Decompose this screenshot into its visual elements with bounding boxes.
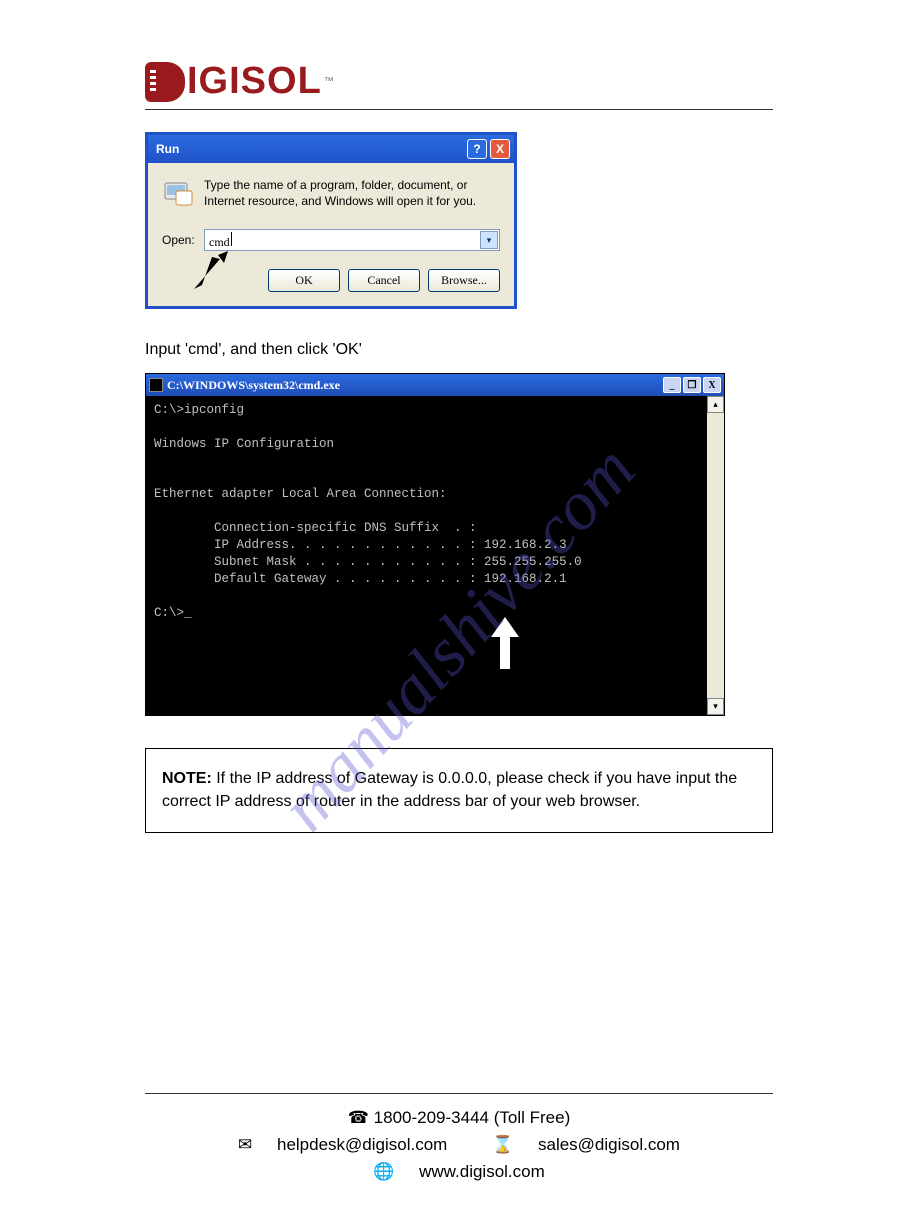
note-text: If the IP address of Gateway is 0.0.0.0,… bbox=[162, 770, 737, 810]
footer-helpdesk: helpdesk@digisol.com bbox=[277, 1135, 447, 1154]
ok-button[interactable]: OK bbox=[268, 269, 340, 292]
hourglass-icon: ⌛ bbox=[492, 1135, 513, 1154]
run-program-icon bbox=[162, 177, 196, 211]
minimize-button[interactable]: _ bbox=[663, 377, 681, 393]
scrollbar[interactable]: ▴ ▾ bbox=[707, 396, 724, 715]
footer-sales: sales@digisol.com bbox=[538, 1135, 680, 1154]
brand-logo: IGISOL™ bbox=[145, 60, 773, 103]
cmd-titlebar: C:\WINDOWS\system32\cmd.exe _ ❐ X bbox=[146, 374, 724, 396]
footer-web: www.digisol.com bbox=[419, 1162, 545, 1181]
cmd-close-button[interactable]: X bbox=[703, 377, 721, 393]
note-label: NOTE: bbox=[162, 770, 212, 787]
footer-divider bbox=[145, 1093, 773, 1094]
logo-mark-icon bbox=[145, 62, 185, 102]
cancel-button[interactable]: Cancel bbox=[348, 269, 420, 292]
open-label: Open: bbox=[162, 233, 204, 247]
open-input[interactable]: cmd ▾ bbox=[204, 229, 500, 251]
footer-phone: 1800-209-3444 (Toll Free) bbox=[374, 1108, 571, 1127]
phone-icon: ☎ bbox=[348, 1108, 369, 1127]
email-icon: ✉ bbox=[238, 1135, 252, 1154]
pointer-arrow-cmd bbox=[491, 617, 519, 669]
scroll-down-icon[interactable]: ▾ bbox=[707, 698, 724, 715]
header-divider bbox=[145, 109, 773, 110]
run-dialog: Run ? X Type the name of a program, fold… bbox=[145, 132, 517, 309]
dropdown-arrow-icon[interactable]: ▾ bbox=[480, 231, 498, 249]
close-button[interactable]: X bbox=[490, 139, 510, 159]
page-footer: ☎ 1800-209-3444 (Toll Free) ✉ helpdesk@d… bbox=[145, 1104, 773, 1186]
cmd-title-text: C:\WINDOWS\system32\cmd.exe bbox=[167, 378, 340, 393]
instruction-text: Input 'cmd', and then click 'OK' bbox=[145, 341, 773, 359]
run-titlebar: Run ? X bbox=[148, 135, 514, 163]
run-description: Type the name of a program, folder, docu… bbox=[204, 177, 500, 211]
help-button[interactable]: ? bbox=[467, 139, 487, 159]
browse-button[interactable]: Browse... bbox=[428, 269, 500, 292]
cmd-window: C:\WINDOWS\system32\cmd.exe _ ❐ X C:\>ip… bbox=[145, 373, 725, 716]
globe-icon: 🌐 bbox=[373, 1162, 394, 1181]
cmd-app-icon bbox=[149, 378, 163, 392]
scroll-up-icon[interactable]: ▴ bbox=[707, 396, 724, 413]
cmd-output: C:\>ipconfig Windows IP Configuration Et… bbox=[146, 396, 707, 715]
run-title-text: Run bbox=[156, 142, 179, 156]
note-box: NOTE: If the IP address of Gateway is 0.… bbox=[145, 748, 773, 832]
maximize-button[interactable]: ❐ bbox=[683, 377, 701, 393]
